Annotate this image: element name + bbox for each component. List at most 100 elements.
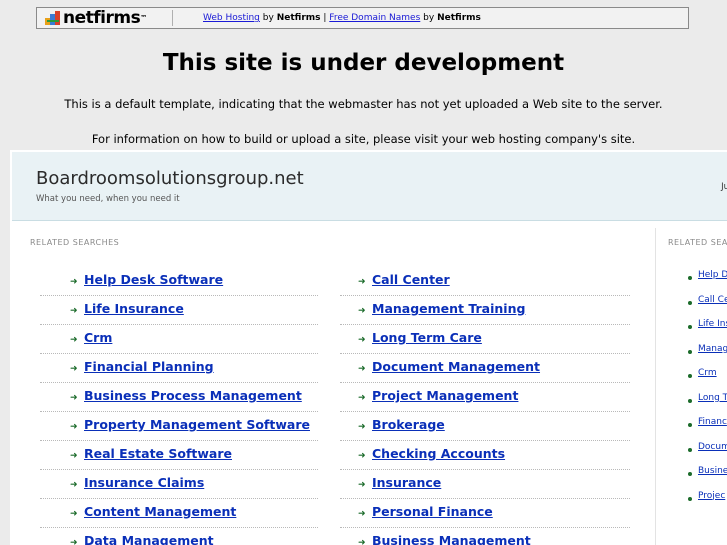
related-search-link[interactable]: Personal Finance [372,504,493,520]
related-search-link[interactable]: Long Term Care [372,330,482,346]
banner-divider [172,10,173,26]
bullet-icon [688,325,692,329]
web-hosting-link[interactable]: Web Hosting [203,13,260,23]
side-related-link[interactable]: Busine [698,466,727,476]
free-domain-names-link[interactable]: Free Domain Names [329,13,420,23]
domain-name: Boardroomsolutionsgroup.net [36,168,304,189]
list-item: ➜ Business Process Management [30,383,318,412]
related-search-link[interactable]: Insurance [372,475,441,491]
page-title: This site is under development [162,50,565,76]
bullet-icon [688,374,692,378]
netfirms-banner: netfirms™ Web Hosting by Netfirms | Free… [36,7,689,29]
bullet-icon [688,447,692,452]
promo-by: by [262,13,274,23]
list-item: ➜ Project Management [330,383,630,412]
related-search-link[interactable]: Business Process Management [84,388,302,404]
list-item: ➜ Management Training [330,296,630,325]
side-related-link[interactable]: Long T [698,393,727,403]
related-search-link[interactable]: Content Management [84,504,236,520]
date-fragment: Ju [721,182,727,192]
list-item: ➜ Data Management [30,528,310,545]
related-search-link[interactable]: Business Management [372,533,531,545]
related-search-link[interactable]: Project Management [372,388,518,404]
related-search-link[interactable]: Insurance Claims [84,475,204,491]
related-search-link[interactable]: Document Management [372,359,540,375]
related-search-link[interactable]: Life Insurance [84,301,184,317]
arrow-right-icon: ➜ [70,363,78,373]
arrow-right-icon: ➜ [70,537,78,545]
tagline: What you need, when you need it [36,194,180,204]
arrow-right-icon: ➜ [358,450,366,460]
arrow-right-icon: ➜ [70,334,78,344]
arrow-right-icon: ➜ [70,479,78,489]
list-item: ➜ Financial Planning [30,354,318,383]
side-related-link[interactable]: Crm [698,368,717,378]
bullet-icon [688,300,692,305]
side-related-link[interactable]: Projec [698,491,725,501]
related-search-link[interactable]: Management Training [372,301,525,317]
parked-domain-frame: Boardroomsolutionsgroup.net What you nee… [10,150,727,545]
bullet-icon [688,276,692,280]
promo-brand: Netfirms [276,13,321,23]
arrow-right-icon: ➜ [70,276,78,286]
arrow-right-icon: ➜ [358,508,366,518]
bullet-icon [688,496,692,501]
list-item: ➜ Crm [30,325,318,354]
list-item: ➜ Insurance [330,470,630,499]
parked-header: Boardroomsolutionsgroup.net What you nee… [12,152,727,221]
related-search-link[interactable]: Call Center [372,272,450,288]
side-related-link[interactable]: Financ [698,417,727,427]
related-search-link[interactable]: Brokerage [372,417,445,433]
arrow-right-icon: ➜ [358,537,366,545]
arrow-right-icon: ➜ [358,479,366,489]
list-item: ➜ Long Term Care [330,325,630,354]
related-search-link[interactable]: Property Management Software [84,417,310,433]
bullet-icon [688,423,692,427]
bullet-icon [688,398,692,403]
logo-text: netfirms [63,8,141,28]
arrow-right-icon: ➜ [70,508,78,518]
arrow-right-icon: ➜ [70,450,78,460]
related-search-link[interactable]: Checking Accounts [372,446,505,462]
notice-line-1: This is a default template, indicating t… [64,97,663,111]
list-item: ➜ Brokerage [330,412,630,441]
related-search-link[interactable]: Help Desk Software [84,272,223,288]
list-item: ➜ Real Estate Software [30,441,318,470]
related-searches-label-right: RELATED SEA [668,238,727,247]
list-item: ➜ Property Management Software [30,412,318,441]
related-search-link[interactable]: Financial Planning [84,359,214,375]
list-item: ➜ Insurance Claims [30,470,318,499]
arrow-right-icon: ➜ [358,363,366,373]
side-related-link[interactable]: Docum [698,442,727,452]
side-related-link[interactable]: Life Ins [698,319,727,329]
bullet-icon [688,349,692,354]
promo-pipe: | [323,13,327,23]
arrow-right-icon: ➜ [358,392,366,402]
bullet-icon [688,472,692,476]
notice-line-2: For information on how to build or uploa… [91,132,636,146]
related-search-link[interactable]: Crm [84,330,112,346]
list-item: ➜ Checking Accounts [330,441,630,470]
list-item: ➜ Call Center [330,267,630,296]
side-related-link[interactable]: Call Ce [698,295,727,305]
arrow-right-icon: ➜ [358,276,366,286]
list-item: ➜ Help Desk Software [30,267,318,296]
netfirms-logo[interactable]: netfirms™ [45,9,147,27]
arrow-right-icon: ➜ [70,305,78,315]
side-related-link[interactable]: Manag [698,344,727,354]
netfirms-logo-icon [45,11,60,25]
column-divider [655,228,656,545]
list-item: ➜ Personal Finance [330,499,630,528]
arrow-right-icon: ➜ [70,392,78,402]
promo-by: by [423,13,435,23]
related-search-link[interactable]: Data Management [84,533,214,545]
arrow-right-icon: ➜ [358,421,366,431]
side-related-link[interactable]: Help D [698,270,727,280]
promo-text: Web Hosting by Netfirms | Free Domain Na… [203,12,481,24]
list-item: ➜ Document Management [330,354,630,383]
list-item: ➜ Business Management [330,528,630,545]
related-search-link[interactable]: Real Estate Software [84,446,232,462]
promo-brand: Netfirms [437,13,481,23]
arrow-right-icon: ➜ [70,421,78,431]
arrow-right-icon: ➜ [358,305,366,315]
